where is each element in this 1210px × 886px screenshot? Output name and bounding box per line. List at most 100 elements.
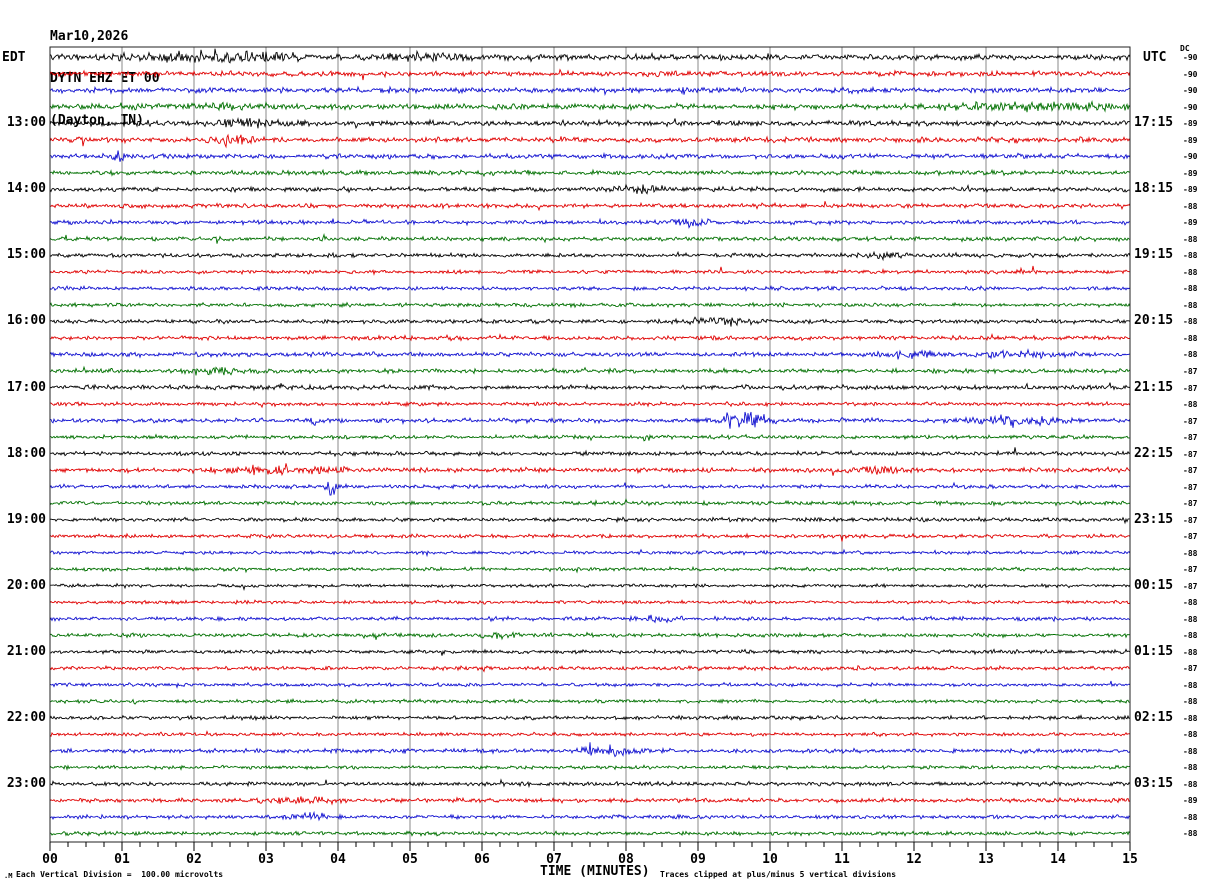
dc-offset-value: -87: [1183, 449, 1198, 459]
seismic-trace: [49, 133, 1131, 149]
dc-offset-value: -89: [1183, 119, 1198, 129]
dc-offset-value: -88: [1183, 713, 1198, 723]
dc-offset-value: -87: [1183, 565, 1198, 575]
dc-offset-value: -88: [1183, 598, 1198, 608]
dc-offset-value: -88: [1183, 779, 1198, 789]
left-hour-label: 16:00: [6, 313, 46, 329]
seismic-trace: [49, 599, 1131, 606]
x-tick-label: 04: [330, 852, 346, 867]
x-tick-label: 03: [258, 852, 274, 867]
x-tick-label: 11: [834, 852, 850, 867]
dc-offset-value: -87: [1183, 532, 1198, 542]
seismic-trace: [49, 532, 1131, 542]
dc-offset-value: -89: [1183, 168, 1198, 178]
x-tick-label: 05: [402, 852, 418, 867]
right-hour-label: 22:15: [1134, 445, 1174, 461]
seismic-trace: [49, 829, 1131, 837]
dc-offset-value: -90: [1183, 69, 1198, 79]
dc-offset-value: -89: [1183, 218, 1198, 228]
x-tick-label: 02: [186, 852, 202, 867]
seismic-trace: [49, 382, 1131, 392]
seismic-trace: [49, 265, 1131, 276]
helicorder-plot: [49, 46, 1131, 851]
dc-offset-value: -87: [1183, 433, 1198, 443]
seismic-trace: [49, 498, 1131, 507]
right-hour-label: 21:15: [1134, 379, 1174, 395]
dc-offset-value: -88: [1183, 763, 1198, 773]
dc-offset-value: -88: [1183, 631, 1198, 641]
dc-offset-value: -87: [1183, 664, 1198, 674]
dc-offset-value: -87: [1183, 499, 1198, 509]
right-hour-label: 17:15: [1134, 115, 1174, 131]
right-hour-label: 03:15: [1134, 775, 1174, 791]
right-hour-label: 02:15: [1134, 709, 1174, 725]
dc-offset-value: -87: [1183, 383, 1198, 393]
seismic-trace: [49, 614, 1131, 624]
dc-offset-value: -88: [1183, 730, 1198, 740]
dc-offset-value: -87: [1183, 515, 1198, 525]
seismic-trace: [49, 730, 1131, 738]
seismic-trace: [49, 116, 1131, 130]
dc-offset-value: -90: [1183, 86, 1198, 96]
dc-offset-value: -87: [1183, 466, 1198, 476]
seismic-trace: [49, 481, 1131, 496]
dc-offset-value: -88: [1183, 267, 1198, 277]
seismic-trace: [49, 85, 1130, 96]
seismic-trace: [49, 168, 1131, 178]
x-tick-label: 10: [762, 852, 778, 867]
x-tick-label: 01: [114, 852, 130, 867]
left-hour-label: 21:00: [6, 643, 46, 659]
left-hour-label: 22:00: [6, 709, 46, 725]
dc-offset-value: -88: [1183, 284, 1198, 294]
dc-offset-value: -88: [1183, 647, 1198, 657]
dc-offset-value: -88: [1183, 829, 1198, 839]
dc-offset-value: -87: [1183, 366, 1198, 376]
left-hour-label: 14:00: [6, 181, 46, 197]
dc-offset-value: -89: [1183, 135, 1198, 145]
seismic-trace: [49, 515, 1130, 525]
seismic-trace: [49, 631, 1131, 641]
seismic-trace: [49, 648, 1131, 656]
dc-offset-value: -88: [1183, 317, 1198, 327]
dc-offset-value: -88: [1183, 548, 1198, 558]
seismic-trace: [49, 796, 1131, 806]
helicorder-screen: Mar10,2026 DYTN EHZ ET 00 (Dayton, TN) E…: [0, 0, 1210, 886]
dc-offset-value: -88: [1183, 400, 1198, 409]
dc-offset-value: -88: [1183, 234, 1198, 244]
left-hour-label: 23:00: [6, 775, 46, 791]
left-hour-label: 20:00: [6, 577, 46, 593]
right-hour-label: 20:15: [1134, 313, 1174, 329]
seismic-trace: [49, 433, 1131, 442]
seismic-trace: [49, 301, 1131, 309]
dc-offset-value: -88: [1183, 333, 1198, 343]
x-tick-label: 14: [1050, 852, 1066, 867]
dc-offset-value: -90: [1183, 152, 1198, 162]
seismic-trace: [49, 778, 1131, 789]
dc-offset-value: -88: [1183, 300, 1198, 310]
dc-offset-value: -87: [1183, 581, 1198, 591]
right-hour-label: 00:15: [1134, 577, 1174, 593]
dc-offset-value: -87: [1183, 482, 1198, 492]
left-hour-label: 17:00: [6, 379, 46, 395]
seismic-trace: [49, 284, 1131, 292]
seismic-trace: [49, 316, 1131, 327]
x-tick-label: 09: [690, 852, 706, 867]
seismic-trace: [49, 764, 1131, 771]
left-hour-label: 15:00: [6, 247, 46, 263]
seismic-trace: [49, 232, 1131, 244]
dc-offset-value: -88: [1183, 614, 1198, 624]
seismic-trace: [49, 365, 1131, 376]
seismic-trace: [49, 810, 1131, 822]
seismic-trace: [49, 447, 1131, 458]
dc-offset-value: -88: [1183, 746, 1198, 756]
left-hour-label: 19:00: [6, 511, 46, 527]
dc-offset-value: -88: [1183, 251, 1198, 261]
plot-border: [49, 46, 1131, 843]
seismic-trace: [49, 565, 1131, 574]
dc-offset-value: -90: [1183, 53, 1198, 63]
seismic-trace: [49, 411, 1131, 429]
seismic-trace: [49, 742, 1131, 758]
left-hour-label: 18:00: [6, 445, 46, 461]
dc-offset-value: -88: [1183, 350, 1198, 360]
x-tick-label: 13: [978, 852, 994, 867]
